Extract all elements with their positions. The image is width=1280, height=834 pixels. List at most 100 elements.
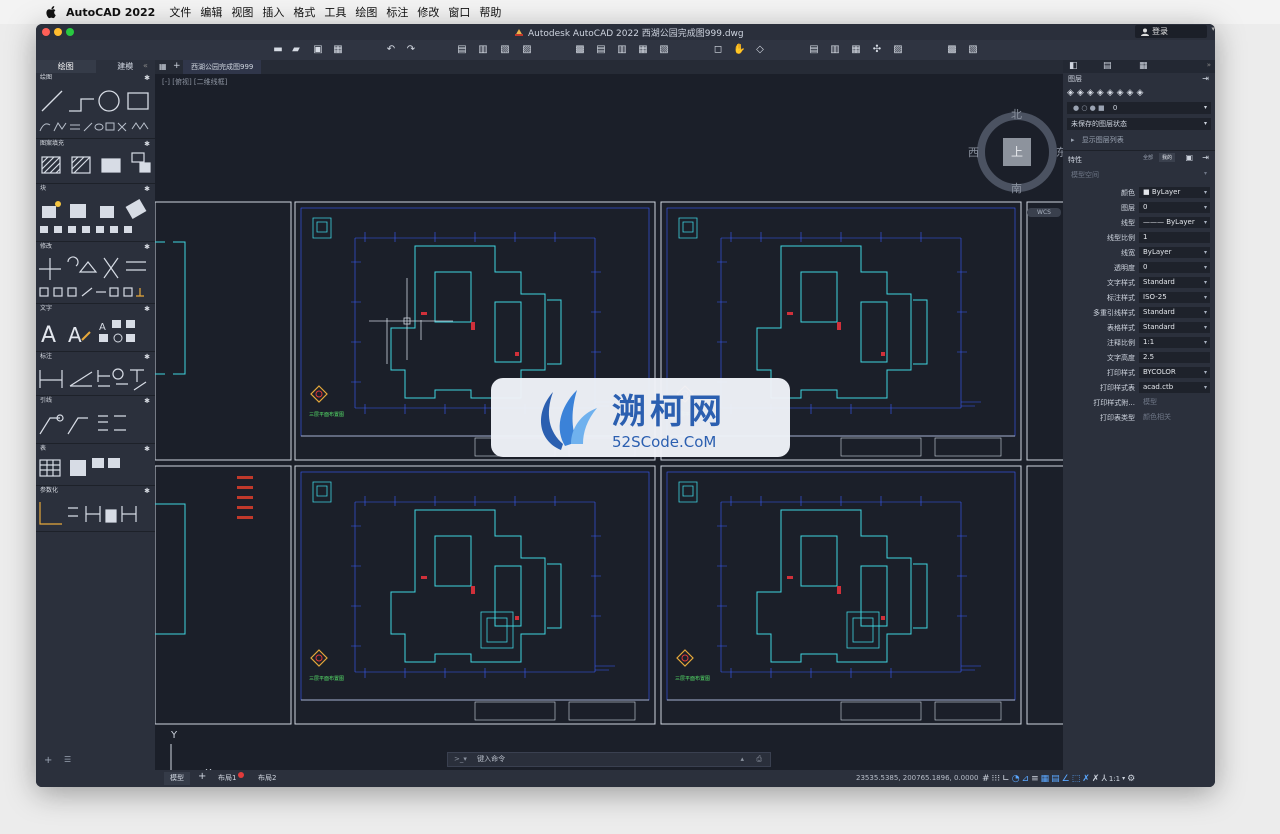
tolerance-icon[interactable] xyxy=(130,369,144,382)
layer-state-dropdown[interactable]: 未保存的图层状态 ▾ xyxy=(1067,118,1211,130)
section-parametric-header[interactable]: 参数化 ✱ xyxy=(36,486,155,496)
collapse-panel-icon[interactable]: « xyxy=(143,61,148,70)
menu-edit[interactable]: 编辑 xyxy=(200,4,222,20)
start-tab-icon[interactable]: ▦ xyxy=(159,62,167,71)
ortho-icon[interactable]: ∟ xyxy=(1002,774,1010,784)
point-tool-icon[interactable] xyxy=(117,122,127,132)
boundary-icon[interactable] xyxy=(101,158,121,173)
data-extraction-icon[interactable] xyxy=(70,460,86,476)
single-line-text-icon[interactable]: A xyxy=(68,323,82,347)
minimize-window-button[interactable] xyxy=(54,28,62,36)
compass-north[interactable]: 北 xyxy=(1011,106,1022,122)
save-icon[interactable]: ▣ xyxy=(312,44,324,56)
layer-iso-icon[interactable]: ▦ xyxy=(850,44,862,56)
quick-dimension-icon[interactable] xyxy=(98,381,147,391)
xref-tab-icon[interactable]: ▦ xyxy=(1139,61,1148,71)
property-value[interactable]: 颜色相关 xyxy=(1139,412,1210,423)
annotation-scale-icon[interactable]: ⅄ xyxy=(1101,774,1107,784)
rotate-icon[interactable] xyxy=(67,256,79,267)
apple-icon[interactable] xyxy=(44,5,58,19)
add-layout-icon[interactable]: + xyxy=(198,771,206,782)
blocks-tab-icon[interactable]: ▤ xyxy=(1103,61,1112,71)
section-text-header[interactable]: 文字 ✱ xyxy=(36,304,155,314)
multileader-icon[interactable] xyxy=(39,417,60,435)
object-tracking-icon[interactable]: ≡ xyxy=(1031,774,1039,784)
menu-insert[interactable]: 插入 xyxy=(262,4,284,20)
spell-check-icon[interactable]: A xyxy=(99,322,106,333)
offset-icon[interactable] xyxy=(126,261,146,271)
property-value[interactable]: 2.5 xyxy=(1139,352,1210,363)
login-button[interactable]: 登录 ▾ xyxy=(1135,25,1215,38)
workspace-icon[interactable]: ⚙ xyxy=(1127,774,1135,784)
gear-icon[interactable]: ✱ xyxy=(144,242,150,252)
snap-icon[interactable]: ⁝⁝⁝ xyxy=(992,774,1001,784)
pin-icon[interactable]: ⇥ xyxy=(1202,153,1209,162)
circle-tool-icon[interactable] xyxy=(98,90,120,112)
gear-icon[interactable]: ✱ xyxy=(144,73,150,83)
insert-block-icon[interactable] xyxy=(42,206,56,218)
trim-icon[interactable] xyxy=(103,257,119,279)
add-leader-icon[interactable] xyxy=(67,417,88,435)
polar-icon[interactable]: ◔ xyxy=(1012,774,1020,784)
multiline-text-icon[interactable]: A xyxy=(41,323,56,348)
section-draw-header[interactable]: 绘图 ✱ xyxy=(36,73,155,83)
orbit-icon[interactable]: ◇ xyxy=(754,44,766,56)
pan-icon[interactable]: ✋ xyxy=(733,44,745,56)
match-properties-icon[interactable]: ▤ xyxy=(808,44,820,56)
compass-west[interactable]: 西 xyxy=(968,144,979,160)
command-line[interactable]: >_▾ 键入命令 ▴ ⎙ xyxy=(447,752,771,767)
property-value[interactable]: 0 ▾ xyxy=(1139,262,1210,273)
batch-plot-icon[interactable]: ▨ xyxy=(521,44,533,56)
fillet-icon[interactable] xyxy=(136,288,144,297)
polyline-tool-icon[interactable] xyxy=(69,98,94,112)
new-file-icon[interactable]: ▬ xyxy=(272,44,284,56)
data-link-icon[interactable] xyxy=(92,458,104,468)
undo-icon[interactable]: ↶ xyxy=(385,44,397,56)
rectangle-tool-icon[interactable] xyxy=(127,92,149,110)
properties-filter-all[interactable]: 全部 xyxy=(1143,154,1153,161)
property-value[interactable]: ByLayer ▾ xyxy=(1139,247,1210,258)
property-value[interactable]: ——— ByLayer ▾ xyxy=(1139,217,1210,228)
expand-panel-icon[interactable]: » xyxy=(1207,61,1211,69)
layer-tools[interactable]: ◈◈◈◈◈◈◈◈ xyxy=(1067,88,1146,98)
document-tab[interactable]: 西湖公园完成图999 xyxy=(183,60,262,74)
baseline-dimension-icon[interactable] xyxy=(97,370,110,382)
layer-dropdown[interactable]: ● ○ ● ■ 0 ▾ xyxy=(1067,102,1211,114)
align-leader-icon[interactable] xyxy=(98,415,126,423)
xline-tool-icon[interactable] xyxy=(83,122,93,132)
palette-menu-icon[interactable]: ☰ xyxy=(64,755,71,764)
edit-block-icon[interactable] xyxy=(100,206,114,218)
layer-unisolate-icon[interactable]: ✣ xyxy=(871,44,883,56)
property-value[interactable]: BYCOLOR ▾ xyxy=(1139,367,1210,378)
publish-icon[interactable]: ▧ xyxy=(499,44,511,56)
property-value[interactable]: ISO-25 ▾ xyxy=(1139,292,1210,303)
menu-tools[interactable]: 工具 xyxy=(324,4,346,20)
gear-icon[interactable]: ✱ xyxy=(144,304,150,314)
property-value[interactable]: Standard ▾ xyxy=(1139,307,1210,318)
property-value[interactable]: Standard ▾ xyxy=(1139,277,1210,288)
lineweight-icon[interactable]: ▤ xyxy=(1051,774,1060,784)
section-modify-header[interactable]: 修改 ✱ xyxy=(36,242,155,252)
annotation-scale-label[interactable]: 1:1 xyxy=(1109,775,1120,783)
section-table-header[interactable]: 表 ✱ xyxy=(36,444,155,454)
command-history-icon[interactable]: ⎙ xyxy=(756,753,762,766)
compass-south[interactable]: 南 xyxy=(1011,180,1022,196)
tab-layout2[interactable]: 布局2 xyxy=(258,772,276,785)
menu-file[interactable]: 文件 xyxy=(169,4,191,20)
menu-format[interactable]: 格式 xyxy=(293,4,315,20)
lock-icon[interactable] xyxy=(105,509,117,523)
markup-icon[interactable]: ▦ xyxy=(637,44,649,56)
group-icon[interactable]: ▩ xyxy=(946,44,958,56)
field-icon[interactable] xyxy=(108,458,120,468)
mirror-icon[interactable] xyxy=(67,287,77,297)
linear-dimension-icon[interactable] xyxy=(39,370,63,388)
coordinate-readout[interactable]: 23535.5385, 200765.1896, 0.0000 xyxy=(856,772,978,785)
constraint-bar-icon[interactable] xyxy=(121,506,137,522)
zoom-window-icon[interactable]: ◻ xyxy=(712,44,724,56)
layer-freeze-icon[interactable]: ▨ xyxy=(892,44,904,56)
find-text-icon[interactable] xyxy=(112,320,121,328)
line-tool-icon[interactable] xyxy=(41,90,63,112)
tool-palette-icon[interactable]: ▥ xyxy=(616,44,628,56)
sheet-set-icon[interactable]: ▩ xyxy=(574,44,586,56)
stretch-icon[interactable] xyxy=(81,287,93,297)
